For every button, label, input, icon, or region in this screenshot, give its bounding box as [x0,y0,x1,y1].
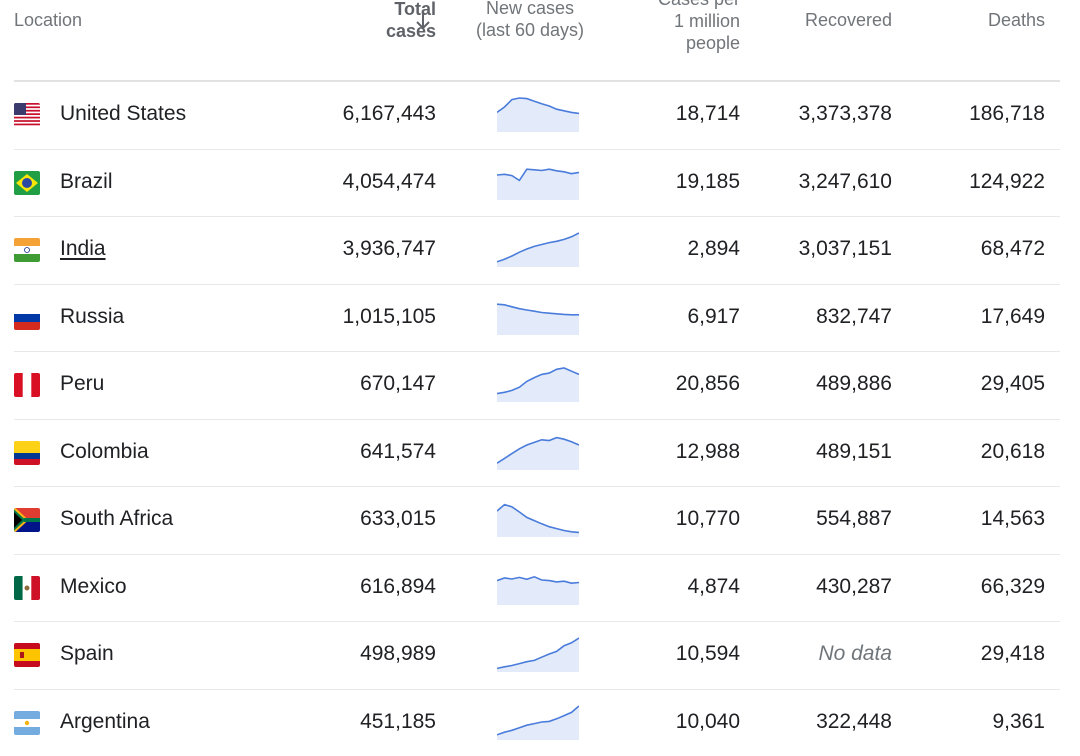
deaths-value: 66,329 [981,575,1045,599]
spain-flag-icon [14,643,40,667]
cases-per-million-value: 10,040 [676,710,740,734]
new-cases-sparkline [497,299,579,335]
recovered-value: 3,037,151 [799,237,892,261]
south-africa-flag-icon [14,508,40,532]
total-cases-value: 1,015,105 [343,305,436,329]
deaths-value: 9,361 [992,710,1045,734]
table-row[interactable]: Spain 498,989 10,594 No data 29,418 [14,622,1060,690]
deaths-value: 124,922 [969,170,1045,194]
table-row[interactable]: Peru 670,147 20,856 489,886 29,405 [14,352,1060,420]
recovered-value: 489,151 [816,440,892,464]
deaths-header[interactable]: Deaths [988,9,1045,31]
new-cases-sparkline [497,96,579,132]
table-row[interactable]: Russia 1,015,105 6,917 832,747 17,649 [14,285,1060,353]
new-cases-sparkline [497,231,579,267]
recovered-value: 3,247,610 [799,170,892,194]
cases-per-million-value: 6,917 [687,305,740,329]
new-cases-sparkline [497,704,579,740]
brazil-flag-icon [14,171,40,195]
country-name: Mexico [60,575,127,599]
table-row[interactable]: Colombia 641,574 12,988 489,151 20,618 [14,420,1060,488]
cases-per-million-value: 12,988 [676,440,740,464]
colombia-flag-icon [14,441,40,465]
country-name: Argentina [60,710,150,734]
recovered-header[interactable]: Recovered [805,9,892,31]
sort-descending-icon[interactable] [414,10,432,32]
table-body: United States 6,167,443 18,714 3,373,378 186… [14,82,1060,756]
deaths-value: 20,618 [981,440,1045,464]
country-name: South Africa [60,507,173,531]
table-row[interactable]: Mexico 616,894 4,874 430,287 66,329 [14,555,1060,623]
cases-per-million-value: 10,770 [676,507,740,531]
new-cases-header[interactable]: New cases (last 60 days) [466,0,594,41]
mexico-flag-icon [14,576,40,600]
country-name: United States [60,102,186,126]
total-cases-value: 498,989 [360,642,436,666]
peru-flag-icon [14,373,40,397]
table-row[interactable]: India 3,936,747 2,894 3,037,151 68,472 [14,217,1060,285]
cases-per-million-value: 2,894 [687,237,740,261]
country-name[interactable]: India [60,237,106,261]
country-name: Colombia [60,440,149,464]
new-cases-sparkline [497,366,579,402]
recovered-value: 430,287 [816,575,892,599]
russia-flag-icon [14,306,40,330]
recovered-value: 322,448 [816,710,892,734]
new-cases-sparkline [497,501,579,537]
total-cases-value: 616,894 [360,575,436,599]
table-row[interactable]: South Africa 633,015 10,770 554,887 14,563 [14,487,1060,555]
new-cases-sparkline [497,569,579,605]
cases-per-million-value: 19,185 [676,170,740,194]
argentina-flag-icon [14,711,40,735]
recovered-value: 554,887 [816,507,892,531]
cases-per-million-value: 18,714 [676,102,740,126]
total-cases-value: 451,185 [360,710,436,734]
deaths-value: 29,405 [981,372,1045,396]
cases-per-million-value: 10,594 [676,642,740,666]
recovered-value: No data [818,642,892,666]
recovered-value: 832,747 [816,305,892,329]
india-flag-icon [14,238,40,262]
new-cases-sparkline [497,434,579,470]
country-name: Peru [60,372,104,396]
total-cases-value: 670,147 [360,372,436,396]
country-name: Russia [60,305,124,329]
new-cases-sparkline [497,164,579,200]
country-name: Brazil [60,170,113,194]
deaths-value: 68,472 [981,237,1045,261]
country-name: Spain [60,642,114,666]
location-header[interactable]: Location [14,9,82,31]
cases-per-million-value: 4,874 [687,575,740,599]
deaths-value: 186,718 [969,102,1045,126]
table-row[interactable]: United States 6,167,443 18,714 3,373,378 186… [14,82,1060,150]
covid-cases-table: Location Total cases New cases (last 60 … [14,0,1060,756]
table-row[interactable]: Argentina 451,185 10,040 322,448 9,361 [14,690,1060,756]
total-cases-value: 641,574 [360,440,436,464]
total-cases-value: 3,936,747 [343,237,436,261]
table-header: Location Total cases New cases (last 60 … [14,0,1060,82]
recovered-value: 489,886 [816,372,892,396]
deaths-value: 29,418 [981,642,1045,666]
table-row[interactable]: Brazil 4,054,474 19,185 3,247,610 124,922 [14,150,1060,218]
deaths-value: 14,563 [981,507,1045,531]
total-cases-value: 633,015 [360,507,436,531]
total-cases-value: 4,054,474 [343,170,436,194]
total-cases-value: 6,167,443 [343,102,436,126]
cases-per-million-header[interactable]: Cases per 1 million people [658,0,740,54]
recovered-value: 3,373,378 [799,102,892,126]
deaths-value: 17,649 [981,305,1045,329]
cases-per-million-value: 20,856 [676,372,740,396]
us-flag-icon [14,103,40,127]
new-cases-sparkline [497,636,579,672]
